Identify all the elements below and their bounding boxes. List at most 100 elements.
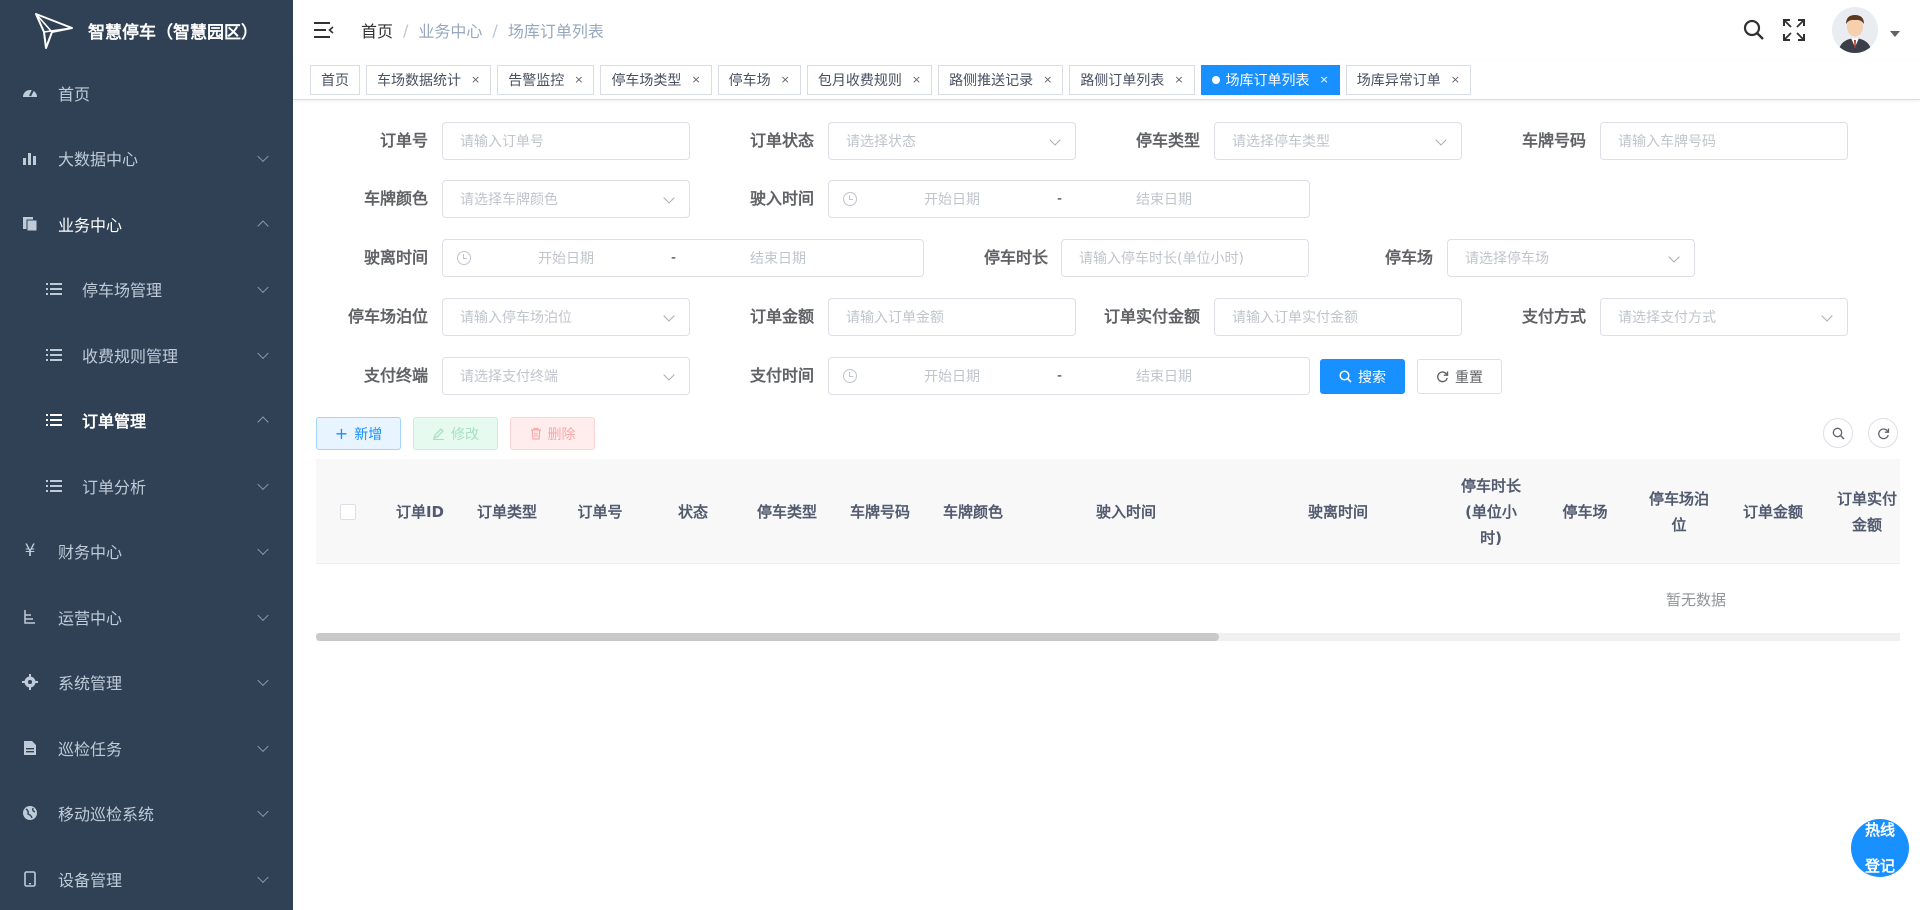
end-date[interactable]: 结束日期 [1104,189,1224,209]
order-status-select[interactable]: 请选择状态 [828,122,1076,160]
fullscreen-icon[interactable] [1782,18,1806,42]
sidebar: 智慧停车（智慧园区） 首页 大数据中心 业务中心 停车场管理 收费规则管理 订单… [0,0,293,910]
col-order-no[interactable]: 订单号 [554,459,646,564]
berth-select[interactable]: 请输入停车场泊位 [442,298,690,336]
menu-item-label: 订单分析 [82,477,147,497]
col-berth[interactable]: 停车场泊 位 [1632,459,1726,564]
duration-input[interactable]: 请输入停车时长(单位小时) [1061,239,1309,277]
plate-color-select[interactable]: 请选择车牌颜色 [442,180,690,218]
list-icon [44,345,64,365]
paper-plane-logo-icon [35,13,73,49]
close-icon[interactable]: × [471,73,480,86]
order-no-input[interactable]: 请输入订单号 [442,122,690,160]
tag-monthly-rule[interactable]: 包月收费规则 × [806,64,933,95]
col-berth-line1: 停车场泊 [1648,489,1709,508]
breadcrumb: 首页 / 业务中心 / 场库订单列表 [361,18,604,42]
col-plate-no[interactable]: 车牌号码 [834,459,926,564]
col-parking-lot[interactable]: 停车场 [1538,459,1632,564]
close-icon[interactable]: × [574,73,583,86]
col-paid-amount[interactable]: 订单实付 金额 [1820,459,1900,564]
tag-label: 包月收费规则 [817,72,902,89]
tag-parking-stats[interactable]: 车场数据统计 × [366,64,492,95]
reset-button[interactable]: 重置 [1417,359,1502,394]
toggle-search-button[interactable] [1823,418,1853,448]
pay-time-range[interactable]: 开始日期 - 结束日期 [828,357,1310,395]
pay-terminal-select[interactable]: 请选择支付终端 [442,357,690,395]
menu-item-order-mgmt[interactable]: 订单管理 [0,388,293,454]
col-status[interactable]: 状态 [646,459,740,564]
end-date[interactable]: 结束日期 [1104,366,1224,386]
parking-lot-select[interactable]: 请选择停车场 [1447,239,1695,277]
search-button[interactable]: 搜索 [1320,359,1405,394]
select-all-checkbox[interactable] [340,503,356,520]
caret-down-icon[interactable] [1890,31,1900,37]
menu-item-finance[interactable]: ¥ 财务中心 [0,519,293,585]
paid-amount-input[interactable]: 请输入订单实付金额 [1214,298,1462,336]
col-entry-time[interactable]: 驶入时间 [1020,459,1232,564]
hamburger-icon[interactable] [313,19,335,41]
hotline-register-button[interactable]: 热线 登记 [1851,819,1909,877]
col-exit-time[interactable]: 驶离时间 [1232,459,1444,564]
add-button[interactable]: + 新增 [316,417,401,450]
menu-item-system[interactable]: 系统管理 [0,650,293,716]
tag-garage-abnormal[interactable]: 场库异常订单 × [1345,64,1471,95]
app-logo[interactable]: 智慧停车（智慧园区） [0,0,293,60]
close-icon[interactable]: × [1174,73,1183,86]
edit-button[interactable]: 修改 [413,417,498,450]
parking-type-select[interactable]: 请选择停车类型 [1214,122,1462,160]
tag-parking-lot[interactable]: 停车场 × [717,64,801,95]
entry-time-range[interactable]: 开始日期 - 结束日期 [828,180,1310,218]
col-duration[interactable]: 停车时长 (单位小 时) [1444,459,1538,564]
close-icon[interactable]: × [691,73,700,86]
tag-label: 车场数据统计 [377,72,461,89]
close-icon[interactable]: × [781,73,790,86]
horizontal-scrollbar-thumb[interactable] [316,633,1219,641]
order-amount-input[interactable]: 请输入订单金额 [828,298,1076,336]
paid-amount-label: 订单实付金额 [1103,307,1200,326]
close-icon[interactable]: × [1320,73,1329,86]
hotline-line2: 登记 [1864,857,1895,875]
close-icon[interactable]: × [1451,73,1460,86]
end-date[interactable]: 结束日期 [718,248,838,268]
start-date[interactable]: 开始日期 [892,366,1012,386]
col-order-amount[interactable]: 订单金额 [1726,459,1820,564]
tag-parking-type[interactable]: 停车场类型 × [600,64,712,95]
menu-item-device[interactable]: 设备管理 [0,846,293,910]
menu-item-order-analysis[interactable]: 订单分析 [0,453,293,519]
placeholder: 请选择支付方式 [1618,310,1716,326]
tag-roadside-orders[interactable]: 路侧订单列表 × [1069,64,1195,95]
menu-item-parking-lot-mgmt[interactable]: 停车场管理 [0,257,293,323]
tag-home[interactable]: 首页 [310,64,360,95]
start-date[interactable]: 开始日期 [506,248,626,268]
close-icon[interactable]: × [912,73,921,86]
globe-icon [20,803,40,823]
pay-terminal-label: 支付终端 [363,366,428,385]
menu-item-label: 巡检任务 [58,739,123,759]
menu-item-patrol-task[interactable]: 巡检任务 [0,715,293,781]
tag-roadside-push[interactable]: 路侧推送记录 × [938,64,1064,95]
col-order-id[interactable]: 订单ID [380,459,460,564]
avatar[interactable] [1832,7,1878,53]
menu-item-business[interactable]: 业务中心 [0,191,293,257]
close-icon[interactable]: × [1043,73,1052,86]
menu-item-operations[interactable]: 运营中心 [0,584,293,650]
menu-item-fee-rule-mgmt[interactable]: 收费规则管理 [0,322,293,388]
tag-garage-orders[interactable]: 场库订单列表 × [1200,64,1340,95]
menu-item-big-data[interactable]: 大数据中心 [0,126,293,192]
search-icon [1339,370,1352,383]
delete-button[interactable]: 删除 [510,417,595,450]
refresh-table-button[interactable] [1868,418,1898,448]
start-date[interactable]: 开始日期 [892,189,1012,209]
plate-no-input[interactable]: 请输入车牌号码 [1600,122,1848,160]
breadcrumb-home[interactable]: 首页 [361,18,393,42]
pay-method-select[interactable]: 请选择支付方式 [1600,298,1848,336]
col-order-type[interactable]: 订单类型 [460,459,554,564]
menu-item-home[interactable]: 首页 [0,60,293,126]
exit-time-range[interactable]: 开始日期 - 结束日期 [442,239,924,277]
col-plate-color[interactable]: 车牌颜色 [926,459,1020,564]
tag-alarm-monitor[interactable]: 告警监控 × [497,64,595,95]
order-status-label: 订单状态 [749,131,814,150]
col-parking-type[interactable]: 停车类型 [740,459,834,564]
search-icon[interactable] [1742,18,1766,42]
menu-item-mobile-patrol[interactable]: 移动巡检系统 [0,781,293,847]
